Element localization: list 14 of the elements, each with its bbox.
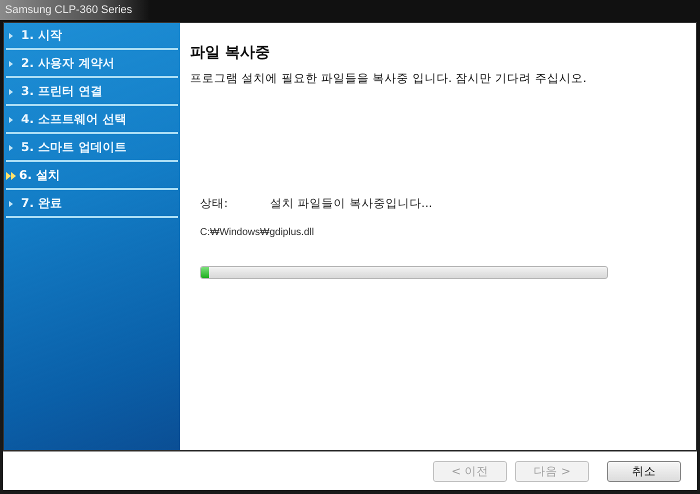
step-label: 3. 프린터 연결 [21, 83, 102, 100]
step-label: 5. 스마트 업데이트 [21, 139, 126, 156]
status-text: 설치 파일들이 복사중입니다... [270, 196, 432, 211]
step-label: 7. 완료 [21, 195, 62, 212]
step-label: 1. 시작 [21, 27, 62, 44]
description-text: 프로그램 설치에 필요한 파일들을 복사중 입니다. 잠시만 기다려 주십시오. [190, 71, 587, 86]
page-heading: 파일 복사중 [190, 43, 270, 62]
step-label: 6. 설치 [19, 167, 60, 184]
status-label: 상태: [200, 196, 229, 211]
window-title: Samsung CLP-360 Series [5, 4, 132, 16]
file-path-text: C:₩Windows₩gdiplus.dll [200, 227, 314, 238]
wizard-button[interactable]: 취소 [607, 460, 681, 482]
step-label: 2. 사용자 계약서 [21, 55, 114, 72]
step-label: 4. 소프트웨어 선택 [21, 111, 126, 128]
